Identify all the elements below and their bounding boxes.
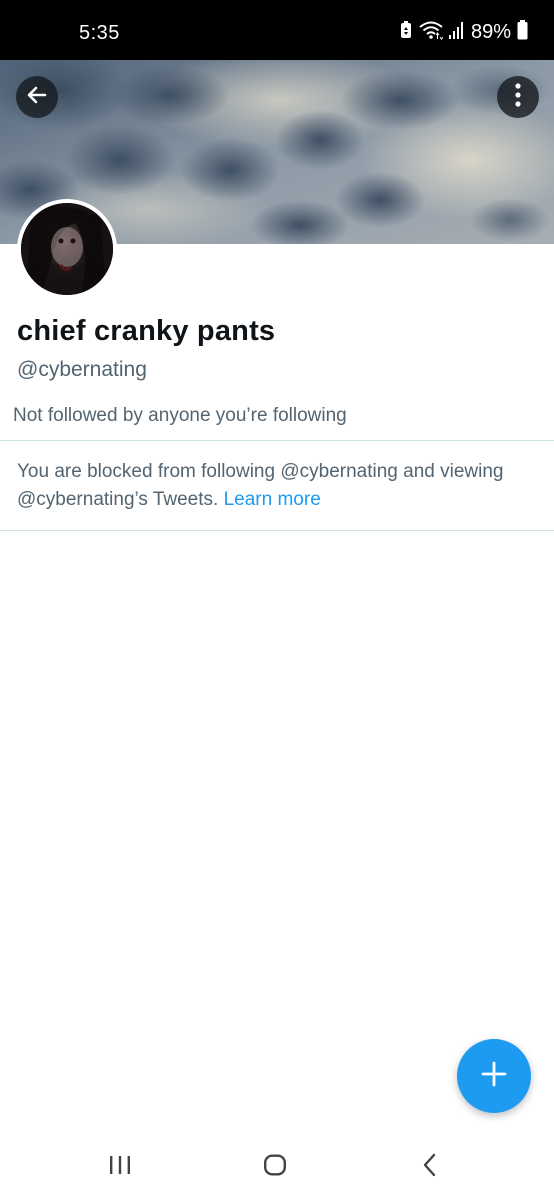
- profile-screen: 5:35 89% chief cranky pants @cybernating…: [0, 0, 554, 1200]
- avatar-image: [21, 203, 113, 295]
- status-icons: 89%: [399, 19, 528, 45]
- more-vertical-icon: [514, 82, 522, 113]
- status-time: 5:35: [79, 22, 120, 44]
- recent-apps-icon: [108, 1154, 132, 1181]
- avatar[interactable]: [17, 199, 117, 299]
- battery-percent: 89%: [470, 20, 511, 43]
- battery-saver-icon: [399, 20, 413, 44]
- plus-icon: [481, 1061, 507, 1092]
- recent-apps-button[interactable]: [100, 1152, 140, 1182]
- signal-icon: [448, 21, 465, 44]
- battery-icon: [517, 19, 528, 45]
- system-back-button[interactable]: [410, 1152, 450, 1182]
- learn-more-link[interactable]: Learn more: [224, 489, 321, 510]
- home-button[interactable]: [255, 1152, 295, 1182]
- followers-you-know-note: Not followed by anyone you’re following: [13, 405, 347, 426]
- profile-display-name: chief cranky pants: [17, 315, 276, 347]
- divider: [0, 440, 554, 441]
- compose-tweet-button[interactable]: [457, 1039, 531, 1113]
- home-icon: [263, 1154, 287, 1181]
- system-navigation-bar: [0, 1130, 554, 1200]
- blocked-notice: You are blocked from following @cybernat…: [17, 458, 542, 514]
- wifi-icon: [419, 20, 444, 45]
- arrow-left-icon: [25, 83, 49, 112]
- divider: [0, 530, 554, 531]
- status-bar: 5:35 89%: [0, 0, 554, 60]
- back-button[interactable]: [16, 76, 58, 118]
- back-icon: [422, 1153, 438, 1182]
- more-options-button[interactable]: [497, 76, 539, 118]
- profile-handle: @cybernating: [17, 358, 147, 381]
